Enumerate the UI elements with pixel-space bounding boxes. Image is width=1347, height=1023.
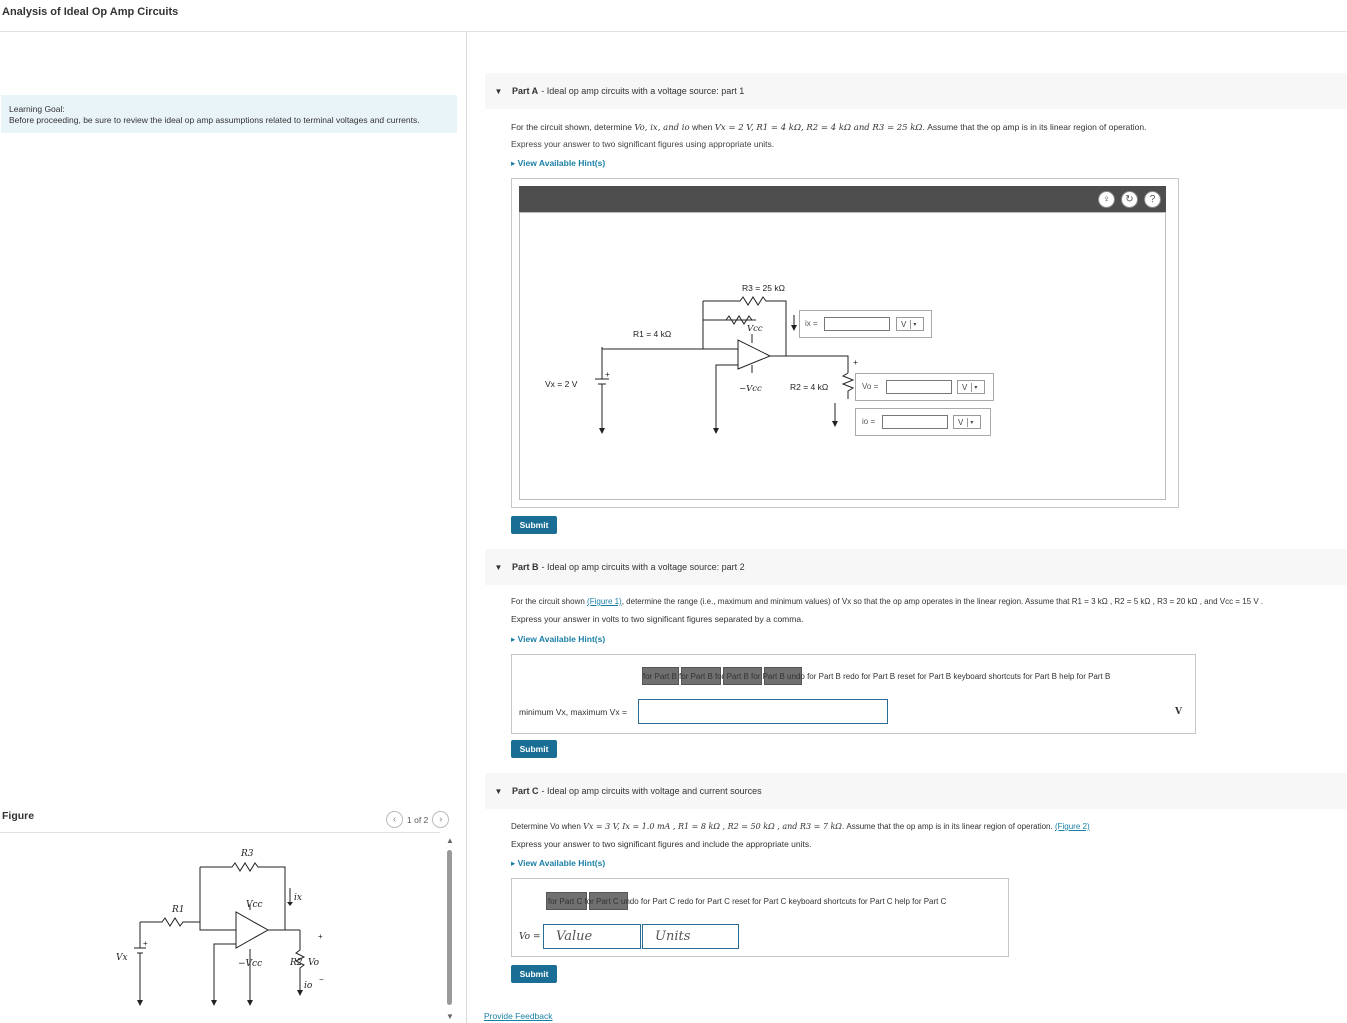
learning-goal-text: Before proceeding, be sure to review the… (9, 115, 420, 125)
io-unit-select[interactable]: V ▾ (953, 415, 981, 429)
part-c-label: Part C (512, 786, 539, 796)
collapse-triangle-icon[interactable]: ▼ (485, 87, 512, 96)
part-c-value-input[interactable]: Value (543, 924, 641, 949)
ix-unit-select[interactable]: V ▾ (896, 317, 924, 331)
hint-bulb-icon[interactable]: ♀ (1098, 191, 1115, 208)
part-a-instruction: Express your answer to two significant f… (511, 139, 775, 149)
part-a-vcc-label: Vcc (747, 324, 763, 334)
part-b-hint-link[interactable]: ▸ View Available Hint(s) (511, 634, 605, 645)
collapse-triangle-icon[interactable]: ▼ (485, 787, 512, 796)
ix-input[interactable] (824, 317, 890, 331)
svg-text:−: − (319, 975, 324, 984)
part-c-answer-label: Vo = (519, 932, 541, 942)
help-icon[interactable]: ? (1144, 191, 1161, 208)
part-c-header[interactable]: ▼ Part C - Ideal op amp circuits with vo… (485, 773, 1347, 809)
svg-text:+: + (318, 932, 323, 941)
figure-page-count: 1 of 2 (407, 814, 429, 825)
part-c-toolbar-text: for Part C for Part C undo for Part C re… (548, 897, 947, 906)
page-title: Analysis of Ideal Op Amp Circuits (2, 6, 179, 18)
part-a-circuit-diagram: R3 = 25 kΩ R1 = 4 kΩ Vcc −Vcc Vx = 2 V R… (545, 283, 858, 434)
part-a-toolbar (519, 186, 1166, 212)
part-a-title: Ideal op amp circuits with a voltage sou… (546, 86, 745, 96)
pane-divider[interactable] (466, 31, 467, 1023)
part-a-header[interactable]: ▼ Part A - Ideal op amp circuits with a … (485, 73, 1347, 109)
vo-label: Vo = (862, 382, 879, 391)
io-label: io = (862, 417, 876, 426)
fig-vo-label: Vo (308, 958, 320, 968)
part-a-negvcc-label: −Vcc (739, 384, 762, 394)
vo-unit-select[interactable]: V ▾ (957, 380, 985, 394)
part-a-vx-label: Vx = 2 V (545, 379, 578, 389)
part-b-header[interactable]: ▼ Part B - Ideal op amp circuits with a … (485, 549, 1347, 585)
scroll-down-arrow-icon[interactable]: ▼ (446, 1012, 454, 1021)
provide-feedback-link[interactable]: Provide Feedback (484, 1011, 553, 1021)
reset-icon[interactable]: ↻ (1121, 191, 1138, 208)
part-b-answer-label: minimum Vx, maximum Vx = (519, 707, 627, 717)
part-b-question: For the circuit shown (Figure 1), determ… (511, 597, 1264, 606)
fig-r1-label: R1 (171, 905, 185, 915)
part-c-submit-button[interactable]: Submit (511, 965, 557, 983)
vo-input[interactable] (886, 380, 952, 394)
part-c-hint-link[interactable]: ▸ View Available Hint(s) (511, 858, 605, 869)
figure-pager: ‹ 1 of 2 › (386, 811, 450, 828)
fig-r3-label: R3 (240, 849, 254, 859)
figure-heading: Figure (2, 810, 35, 822)
part-a-question: For the circuit shown, determine Vo, ix,… (511, 122, 1147, 133)
part-a-label: Part A (512, 86, 539, 96)
fig-io-label: io (304, 981, 313, 991)
part-a-r2-label: R2 = 4 kΩ (790, 382, 828, 392)
part-b-label: Part B (512, 562, 539, 572)
part-b-submit-button[interactable]: Submit (511, 740, 557, 758)
part-a-r3-label: R3 = 25 kΩ (742, 283, 785, 293)
figure-1-link[interactable]: (Figure 1) (587, 597, 622, 606)
part-a-submit-button[interactable]: Submit (511, 516, 557, 534)
part-b-unit-label: V (1175, 707, 1182, 717)
collapse-triangle-icon[interactable]: ▼ (485, 563, 512, 572)
next-figure-button[interactable]: › (432, 811, 450, 828)
part-b-toolbar-text: for Part B for Part B for Part B for Par… (643, 672, 1111, 681)
part-b-answer-input[interactable] (638, 699, 888, 724)
fig-vcc-label: Vcc (246, 900, 263, 910)
part-a-hint-link[interactable]: ▸ View Available Hint(s) (511, 158, 605, 169)
part-a-r1-label: R1 = 4 kΩ (633, 329, 671, 339)
scroll-up-arrow-icon[interactable]: ▲ (446, 836, 454, 845)
figure-2-link[interactable]: (Figure 2) (1055, 822, 1090, 831)
ix-label: ix = (805, 319, 818, 328)
part-c-question: Determine Vo when Vx = 3 V, Ix = 1.0 mA … (511, 822, 1090, 831)
part-a-plus-1: + (605, 369, 610, 379)
part-b-instruction: Express your answer in volts to two sign… (511, 614, 804, 624)
figure-scrollbar[interactable] (447, 850, 452, 1005)
fig-vx-label: Vx (116, 953, 128, 963)
learning-goal-box: Learning Goal: Before proceeding, be sur… (1, 95, 457, 133)
part-b-title: Ideal op amp circuits with a voltage sou… (547, 562, 745, 572)
learning-goal-heading: Learning Goal: (9, 104, 65, 114)
fig-r2-label: R2 (289, 958, 303, 968)
io-input[interactable] (882, 415, 948, 429)
fig-negvcc-label: −Vcc (238, 959, 262, 969)
part-c-instruction: Express your answer to two significant f… (511, 839, 812, 849)
part-c-title: Ideal op amp circuits with voltage and c… (547, 786, 762, 796)
part-a-plus-2: + (853, 357, 858, 367)
figure-circuit-diagram: R3 R1 Vcc −Vcc ix R2 Vo io Vx + + − (116, 849, 324, 1006)
prev-figure-button[interactable]: ‹ (386, 811, 403, 828)
fig-ix-label: ix (294, 893, 302, 903)
header-divider (0, 31, 1347, 32)
svg-text:+: + (143, 939, 148, 948)
part-c-units-input[interactable]: Units (642, 924, 739, 949)
figure-divider (0, 832, 440, 833)
